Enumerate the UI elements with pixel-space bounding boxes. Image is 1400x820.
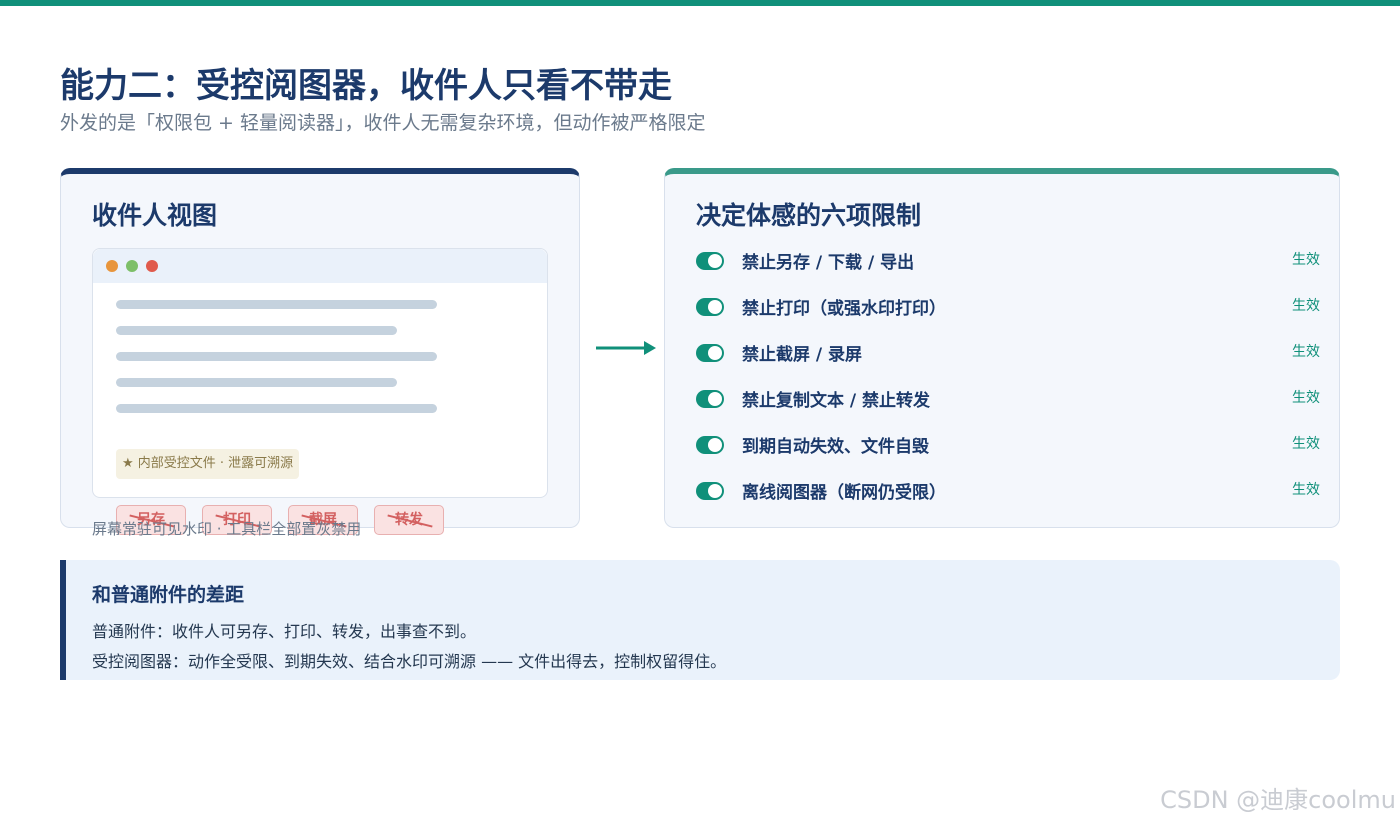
- comparison-line-controlled: 受控阅图器：动作全受限、到期失效、结合水印可溯源 —— 文件出得去，控制权留得住…: [92, 652, 727, 671]
- window-dot-orange-icon: [106, 260, 118, 272]
- toggle-switch[interactable]: [696, 298, 724, 316]
- restriction-status: 生效: [1292, 344, 1320, 360]
- window-dot-red-icon: [146, 260, 158, 272]
- disabled-forward-button: 转发: [374, 505, 444, 535]
- text-placeholder-line: [116, 326, 397, 335]
- toggle-switch[interactable]: [696, 344, 724, 362]
- watermark-label: ★ 内部受控文件 · 泄露可溯源: [116, 449, 300, 479]
- text-placeholder-line: [116, 378, 397, 387]
- toggle-knob: [708, 484, 722, 498]
- toggle-switch[interactable]: [696, 436, 724, 454]
- restriction-label: 禁止复制文本 / 禁止转发: [742, 391, 931, 411]
- toggle-switch[interactable]: [696, 482, 724, 500]
- toggle-switch[interactable]: [696, 252, 724, 270]
- window-dot-green-icon: [126, 260, 138, 272]
- author-credit: CSDN @迪康coolmu: [1160, 786, 1396, 814]
- restriction-row: 禁止截屏 / 录屏 生效: [696, 338, 1320, 368]
- arrow-right-icon: [596, 341, 656, 355]
- restriction-status: 生效: [1292, 252, 1320, 268]
- toggle-knob: [708, 346, 722, 360]
- text-placeholder-line: [116, 300, 437, 309]
- restriction-label: 离线阅图器（断网仍受限）: [742, 483, 946, 503]
- recipient-view-title: 收件人视图: [92, 201, 218, 230]
- restriction-row: 禁止复制文本 / 禁止转发 生效: [696, 384, 1320, 414]
- restriction-row: 离线阅图器（断网仍受限） 生效: [696, 476, 1320, 506]
- recipient-view-card: 收件人视图 ★ 内部受控文件 · 泄露可溯源 另存 打印 截屏 转发: [60, 168, 580, 535]
- restriction-status: 生效: [1292, 482, 1320, 498]
- text-placeholder-line: [116, 404, 437, 413]
- restrictions-title: 决定体感的六项限制: [696, 201, 922, 230]
- toggle-knob: [708, 300, 722, 314]
- viewer-title-bar: [93, 249, 547, 283]
- restriction-label: 到期自动失效、文件自毁: [742, 437, 929, 457]
- restriction-row: 禁止打印（或强水印打印） 生效: [696, 292, 1320, 322]
- recipient-view-note: 屏幕常驻可见水印 · 工具栏全部置灰禁用: [92, 520, 362, 538]
- comparison-title: 和普通附件的差距: [92, 584, 245, 606]
- restriction-status: 生效: [1292, 390, 1320, 406]
- toggle-switch[interactable]: [696, 390, 724, 408]
- restriction-label: 禁止另存 / 下载 / 导出: [742, 253, 915, 273]
- comparison-panel: 和普通附件的差距 普通附件：收件人可另存、打印、转发，出事查不到。 受控阅图器：…: [60, 560, 1340, 680]
- toggle-knob: [708, 392, 722, 406]
- comparison-line-normal: 普通附件：收件人可另存、打印、转发，出事查不到。: [92, 622, 477, 641]
- restriction-status: 生效: [1292, 298, 1320, 314]
- viewer-window-mockup: ★ 内部受控文件 · 泄露可溯源: [92, 248, 548, 498]
- page-subtitle: 外发的是「权限包 + 轻量阅读器」，收件人无需复杂环境，但动作被严格限定: [60, 112, 706, 134]
- restriction-label: 禁止截屏 / 录屏: [742, 345, 863, 365]
- restriction-label: 禁止打印（或强水印打印）: [742, 299, 946, 319]
- toggle-knob: [708, 254, 722, 268]
- restriction-row: 禁止另存 / 下载 / 导出 生效: [696, 246, 1320, 276]
- restriction-row: 到期自动失效、文件自毁 生效: [696, 430, 1320, 460]
- restrictions-card: 决定体感的六项限制 禁止另存 / 下载 / 导出 生效 禁止打印（或强水印打印）…: [664, 168, 1340, 528]
- page-title: 能力二：受控阅图器，收件人只看不带走: [60, 66, 672, 106]
- text-placeholder-line: [116, 352, 437, 361]
- restriction-status: 生效: [1292, 436, 1320, 452]
- toggle-knob: [708, 438, 722, 452]
- top-accent-bar: [0, 0, 1400, 6]
